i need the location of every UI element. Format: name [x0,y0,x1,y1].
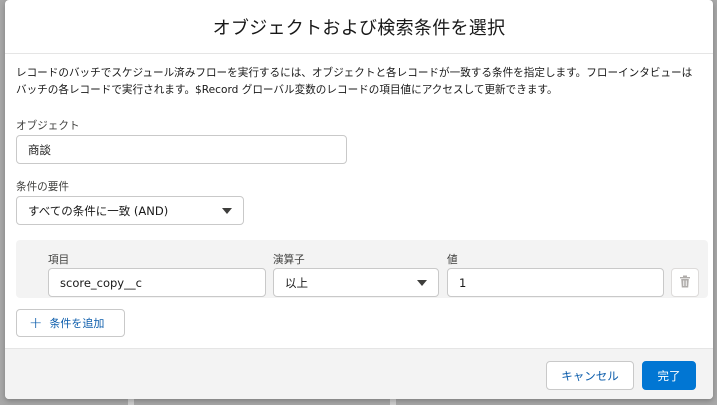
trash-icon [679,273,691,292]
modal-footer: キャンセル 完了 [5,348,713,399]
requirement-select[interactable]: すべての条件に一致 (AND) [16,196,244,225]
modal-description: レコードのバッチでスケジュール済みフローを実行するには、オブジェクトと各レコード… [16,65,706,99]
select-object-modal: オブジェクトおよび検索条件を選択 レコードのバッチでスケジュール済みフローを実行… [5,0,713,399]
chevron-down-icon [417,279,427,286]
add-condition-button[interactable]: + 条件を追加 [16,309,125,337]
object-input-value: 商談 [28,142,51,157]
modal-title: オブジェクトおよび検索条件を選択 [212,17,506,39]
description-line-1: レコードのバッチでスケジュール済みフローを実行するには、オブジェクトと各レコード… [16,67,693,79]
modal-header: オブジェクトおよび検索条件を選択 [5,0,713,54]
condition-row: 項目 score_copy__c 演算子 以上 値 1 [16,240,708,298]
delete-condition-button[interactable] [671,268,699,297]
operator-label: 演算子 [273,254,305,266]
object-label: オブジェクト [16,120,80,132]
chevron-down-icon [222,207,232,214]
requirement-label: 条件の要件 [16,181,69,193]
value-label: 値 [447,254,458,266]
add-condition-label: 条件を追加 [49,317,105,330]
backdrop-element [128,399,134,405]
backdrop-element [390,399,396,405]
requirement-select-value: すべての条件に一致 (AND) [28,203,169,218]
description-line-2: バッチの各レコードで実行されます。$Record グローバル変数のレコードの項目… [16,84,558,96]
field-input[interactable]: score_copy__c [48,268,266,297]
operator-select-value: 以上 [285,275,308,290]
value-input-value: 1 [459,275,467,290]
field-input-value: score_copy__c [60,275,142,290]
field-label: 項目 [48,254,70,266]
object-input[interactable]: 商談 [16,135,347,164]
value-input[interactable]: 1 [447,268,664,297]
operator-select[interactable]: 以上 [273,268,439,297]
modal-content: レコードのバッチでスケジュール済みフローを実行するには、オブジェクトと各レコード… [5,55,713,348]
done-button[interactable]: 完了 [642,361,696,390]
cancel-button[interactable]: キャンセル [546,361,634,390]
plus-icon: + [29,313,43,332]
